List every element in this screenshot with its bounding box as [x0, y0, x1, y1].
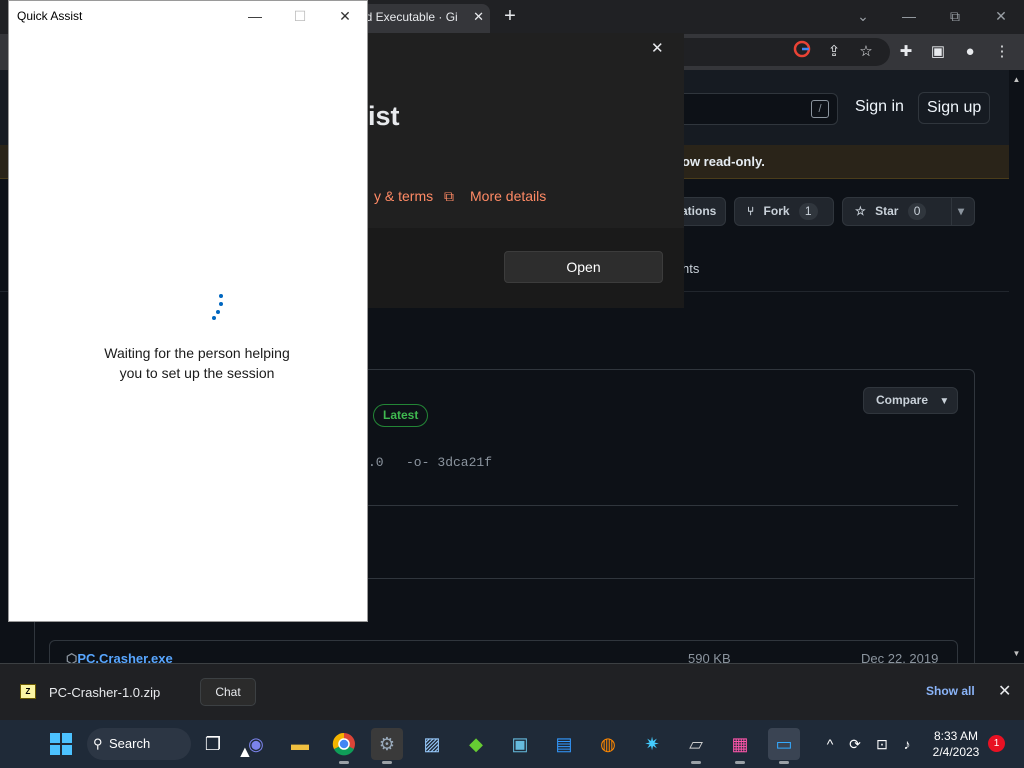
clock-time: 8:33 AM	[933, 729, 979, 743]
file-explorer-icon[interactable]: ▬	[284, 728, 316, 760]
scroll-down-arrow[interactable]: ▼	[1009, 647, 1024, 661]
search-icon: ⚲	[93, 736, 103, 751]
clock-date: 2/4/2023	[932, 745, 980, 759]
privacy-terms-link[interactable]: y & terms	[374, 188, 433, 204]
star-label: Star	[875, 204, 899, 218]
page-scrollbar[interactable]: ▲ ▼	[1009, 70, 1024, 663]
commit-link[interactable]: -o- 3dca21f	[406, 455, 492, 470]
compare-label: Compare	[876, 393, 929, 407]
download-item[interactable]: PC-Crasher-1.0.zip	[49, 685, 160, 700]
show-all-button[interactable]: Show all	[926, 684, 975, 698]
chrome-icon[interactable]	[328, 728, 360, 764]
new-tab-button[interactable]: +	[498, 4, 522, 28]
chat-tooltip: Chat	[200, 678, 256, 706]
browser-restore-button[interactable]: ⧉	[937, 2, 973, 30]
sign-up-button[interactable]: Sign up	[918, 92, 991, 124]
browser-close-button[interactable]: ✕	[983, 2, 1019, 30]
chevron-up-icon[interactable]: ^	[820, 734, 840, 754]
browser-minimize-button[interactable]: —	[891, 2, 927, 30]
package-installer-icon[interactable]: ▤	[548, 728, 580, 760]
profile-icon[interactable]: ●	[958, 40, 982, 64]
release-tag[interactable]: .0	[368, 455, 384, 470]
remote-desktop-icon[interactable]: ▣	[504, 728, 536, 760]
start-button[interactable]	[45, 728, 77, 760]
extensions-icon[interactable]: ✚	[894, 40, 918, 64]
chevron-down-icon: ▼	[939, 396, 950, 407]
scroll-up-arrow[interactable]: ▲	[1009, 73, 1024, 87]
quick-assist-icon[interactable]: ▭	[768, 728, 800, 764]
chrome-menu-icon[interactable]: ⋮	[990, 40, 1014, 64]
close-icon[interactable]: ✕	[651, 39, 664, 57]
release-divider	[368, 578, 975, 579]
google-lens-icon[interactable]	[790, 40, 814, 64]
pen-tool-icon[interactable]: ▱	[680, 728, 712, 764]
zip-file-icon: Z	[20, 684, 36, 699]
mouse-cursor-icon: ▲	[237, 744, 253, 761]
minimize-button[interactable]: —	[241, 5, 269, 27]
taskbar-search-label: Search	[109, 736, 151, 751]
insights-tab[interactable]: hts	[682, 261, 699, 276]
firefox-icon[interactable]: ◍	[592, 728, 624, 760]
fork-button[interactable]: ⑂ Fork 1	[734, 197, 834, 226]
maximize-button[interactable]: ☐	[286, 5, 314, 27]
archive-banner-text: ow read-only.	[682, 154, 765, 169]
github-search-input[interactable]: /	[670, 93, 838, 125]
window-title: Quick Assist	[17, 9, 83, 23]
external-link-icon: ⧉	[444, 188, 454, 204]
commit-hash: 3dca21f	[437, 455, 493, 470]
close-button[interactable]: ✕	[331, 5, 359, 27]
more-details-link[interactable]: More details	[470, 188, 546, 204]
notifications-label: ations	[681, 204, 717, 218]
browser-tab-title: ed Executable · Gi	[359, 10, 458, 24]
share-icon[interactable]: ⇪	[822, 40, 846, 64]
star-count: 0	[907, 203, 927, 220]
performance-monitor-icon[interactable]: ▨	[416, 728, 448, 760]
open-button[interactable]: Open	[504, 251, 663, 283]
windows-taskbar: ⚲ Search ❐ ◉ ▬ ⚙ ▨ ◆ ▣ ▤ ◍ ✷ ▱ ▦ ▭ ^ ⟳ ⊡…	[0, 720, 1024, 768]
quick-assist-window: Quick Assist — ☐ ✕ Waiting for the perso…	[8, 0, 368, 622]
fork-label: Fork	[763, 204, 790, 218]
settings-gear-icon[interactable]: ⚙	[371, 728, 403, 764]
fork-count: 1	[798, 203, 818, 220]
tab-close-icon[interactable]: ✕	[473, 4, 484, 30]
network-tool-icon[interactable]: ✷	[636, 728, 668, 760]
search-shortcut-key: /	[811, 100, 829, 118]
tab-search-button[interactable]: ⌄	[845, 2, 881, 30]
release-divider	[368, 505, 958, 506]
minecraft-icon[interactable]: ◆	[460, 728, 492, 760]
taskbar-search-button[interactable]: ⚲ Search	[87, 728, 191, 760]
sync-icon[interactable]: ⟳	[845, 734, 865, 754]
commit-icon: -o-	[406, 455, 430, 470]
volume-icon[interactable]: ♪	[897, 734, 917, 754]
microsoft-store-icon[interactable]: ▦	[724, 728, 756, 764]
taskbar-clock[interactable]: 8:33 AM 2/4/2023	[924, 728, 988, 760]
side-panel-icon[interactable]: ▣	[926, 40, 950, 64]
star-dropdown-icon[interactable]: ▾	[951, 198, 964, 225]
status-message: Waiting for the person helping you to se…	[104, 345, 290, 381]
task-view-icon[interactable]: ❐	[197, 728, 229, 760]
bookmark-star-icon[interactable]: ☆	[854, 40, 878, 64]
latest-badge: Latest	[373, 404, 429, 427]
notification-badge[interactable]: 1	[988, 735, 1005, 752]
loading-spinner-icon	[209, 294, 229, 322]
dialog-title: ist	[368, 101, 400, 131]
sign-in-link[interactable]: Sign in	[855, 98, 904, 116]
download-shelf: Z PC-Crasher-1.0.zip Chat Show all ✕	[0, 663, 1024, 720]
browser-tab[interactable]: ed Executable · Gi ✕	[355, 4, 490, 34]
close-icon[interactable]: ✕	[998, 681, 1011, 701]
open-app-dialog: ✕ ist y & terms ⧉ More details Open	[368, 33, 684, 308]
network-icon[interactable]: ⊡	[872, 734, 892, 754]
star-button[interactable]: ☆ Star 0 ▾	[842, 197, 975, 226]
star-icon: ☆	[855, 204, 866, 218]
compare-button[interactable]: Compare ▼	[863, 387, 958, 414]
fork-icon: ⑂	[747, 204, 755, 218]
